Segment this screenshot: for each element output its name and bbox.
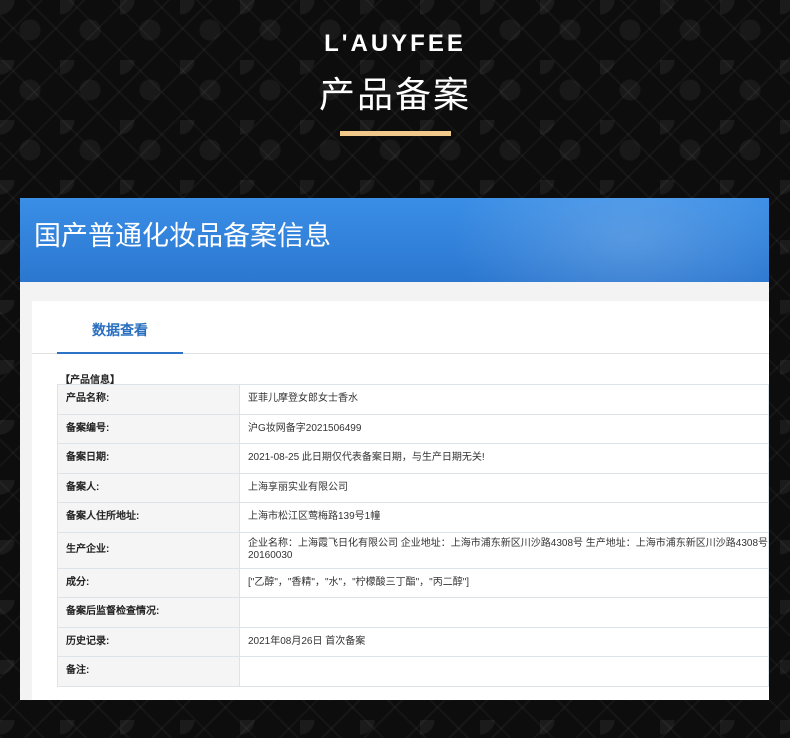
row-value <box>239 656 769 687</box>
content-panel: 数据查看 【产品信息】 产品名称: 亚菲儿摩登女郎女士香水 备案编号: 沪G妆网… <box>32 301 769 700</box>
row-value: 亚菲儿摩登女郎女士香水 <box>239 384 769 415</box>
table-row: 备案编号: 沪G妆网备字2021506499 <box>57 413 769 444</box>
row-label: 备案日期: <box>57 443 240 474</box>
banner-title: 国产普通化妆品备案信息 <box>34 221 331 251</box>
row-label: 历史记录: <box>57 626 240 657</box>
page-heading: 产品备案 <box>318 74 471 115</box>
row-label: 产品名称: <box>57 384 240 415</box>
table-row: 历史记录: 2021年08月26日 首次备案 <box>57 626 769 657</box>
row-value <box>239 597 769 628</box>
table-row: 备案人: 上海享丽实业有限公司 <box>57 472 769 503</box>
row-label: 备案人住所地址: <box>57 502 240 533</box>
table-row: 备案人住所地址: 上海市松江区莺梅路139号1幢 <box>57 502 769 533</box>
row-value: 2021-08-25 此日期仅代表备案日期，与生产日期无关! <box>239 443 769 474</box>
brand-logo-text: L'AUYFEE <box>324 30 466 57</box>
manufacturer-license-line: 20160030 <box>248 550 293 561</box>
row-value: 上海享丽实业有限公司 <box>239 472 769 503</box>
table-row: 备注: <box>57 656 769 687</box>
heading-underline <box>340 131 451 136</box>
registration-screenshot: 国产普通化妆品备案信息 数据查看 【产品信息】 产品名称: 亚菲儿摩登女郎女士香… <box>20 198 769 700</box>
table-row: 备案后监督检查情况: <box>57 597 769 628</box>
manufacturer-line: 企业名称：上海霞飞日化有限公司 企业地址：上海市浦东新区川沙路4308号 生产地… <box>248 538 769 549</box>
row-value: 企业名称：上海霞飞日化有限公司 企业地址：上海市浦东新区川沙路4308号 生产地… <box>239 531 769 569</box>
row-label: 生产企业: <box>57 531 240 569</box>
row-value: ["乙醇"，"香精"，"水"，"柠檬酸三丁酯"，"丙二醇"] <box>239 567 769 598</box>
tab-bar: 数据查看 <box>32 301 769 354</box>
table-row: 备案日期: 2021-08-25 此日期仅代表备案日期，与生产日期无关! <box>57 443 769 474</box>
banner: 国产普通化妆品备案信息 <box>20 198 769 282</box>
table-row: 成分: ["乙醇"，"香精"，"水"，"柠檬酸三丁酯"，"丙二醇"] <box>57 567 769 598</box>
row-value: 上海市松江区莺梅路139号1幢 <box>239 502 769 533</box>
product-info-table: 产品名称: 亚菲儿摩登女郎女士香水 备案编号: 沪G妆网备字2021506499… <box>57 384 769 687</box>
row-label: 备案编号: <box>57 413 240 444</box>
tab-data-view[interactable]: 数据查看 <box>57 319 183 354</box>
row-value: 沪G妆网备字2021506499 <box>239 413 769 444</box>
row-label: 备案后监督检查情况: <box>57 597 240 628</box>
row-label: 备注: <box>57 656 240 687</box>
row-label: 成分: <box>57 567 240 598</box>
table-row: 生产企业: 企业名称：上海霞飞日化有限公司 企业地址：上海市浦东新区川沙路430… <box>57 531 769 569</box>
row-label: 备案人: <box>57 472 240 503</box>
table-row: 产品名称: 亚菲儿摩登女郎女士香水 <box>57 384 769 415</box>
row-value: 2021年08月26日 首次备案 <box>239 626 769 657</box>
